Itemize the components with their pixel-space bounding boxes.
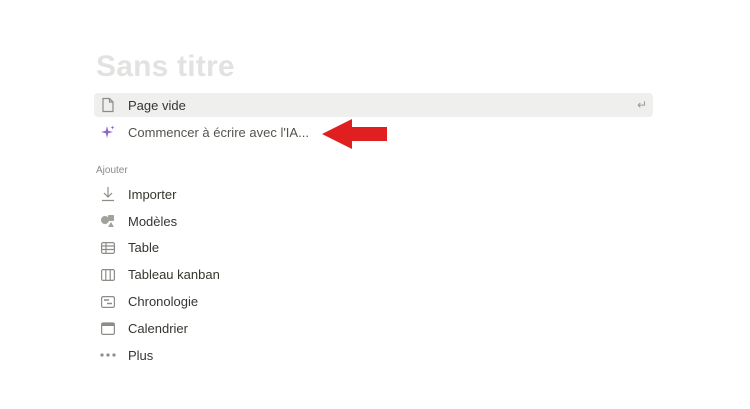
enter-key-icon: ↵ xyxy=(636,98,647,112)
red-arrow-icon xyxy=(322,118,388,155)
page-title[interactable]: Sans titre xyxy=(96,50,235,84)
sparkle-icon xyxy=(100,124,116,140)
calendar-label: Calendrier xyxy=(128,320,188,336)
empty-page-option[interactable]: Page vide ↵ xyxy=(94,93,653,117)
table-option[interactable]: Table xyxy=(94,235,653,262)
calendar-icon xyxy=(100,320,116,336)
write-with-ai-label: Commencer à écrire avec l'IA... xyxy=(128,124,309,140)
more-option[interactable]: Plus xyxy=(94,342,653,369)
kanban-board-label: Tableau kanban xyxy=(128,267,220,283)
table-icon xyxy=(100,240,116,256)
download-icon xyxy=(100,186,116,202)
empty-page-label: Page vide xyxy=(128,97,186,113)
more-icon xyxy=(100,347,116,363)
calendar-option[interactable]: Calendrier xyxy=(94,315,653,342)
import-label: Importer xyxy=(128,186,177,202)
import-option[interactable]: Importer xyxy=(94,181,653,208)
page-icon xyxy=(100,97,116,113)
board-icon xyxy=(100,267,116,283)
templates-icon xyxy=(100,213,116,229)
timeline-option[interactable]: Chronologie xyxy=(94,288,653,315)
templates-option[interactable]: Modèles xyxy=(94,208,653,235)
more-label: Plus xyxy=(128,347,154,363)
kanban-board-option[interactable]: Tableau kanban xyxy=(94,261,653,288)
timeline-icon xyxy=(100,294,116,310)
add-section-list: Importer Modèles Table Tableau kanban Ch… xyxy=(94,181,653,369)
timeline-label: Chronologie xyxy=(128,294,199,310)
table-label: Table xyxy=(128,240,160,256)
templates-label: Modèles xyxy=(128,213,178,229)
add-section-label: Ajouter xyxy=(96,165,128,176)
